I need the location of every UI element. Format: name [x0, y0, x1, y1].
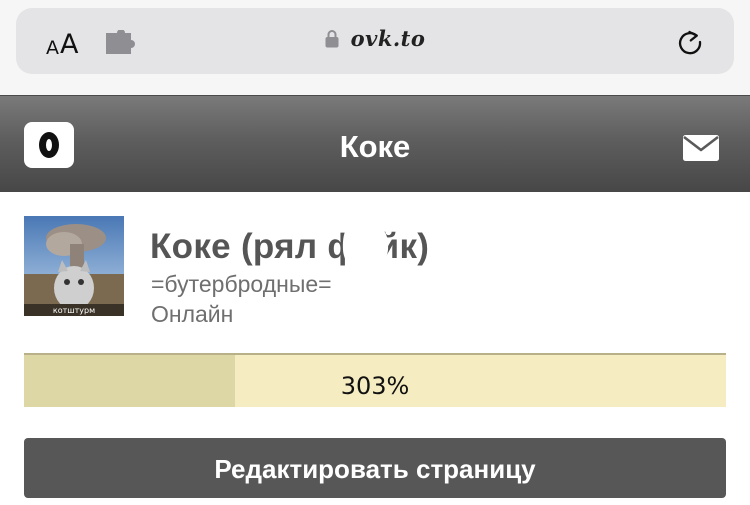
site-header: Коке	[0, 95, 750, 192]
url-text: ovk.to	[350, 26, 426, 51]
avatar[interactable]: котштурм	[24, 216, 124, 316]
profile-status: =бутербродные=	[151, 271, 332, 297]
edit-page-button[interactable]: Редактировать страницу	[24, 438, 726, 498]
redaction-mark	[342, 208, 389, 268]
lock-icon	[325, 30, 339, 48]
avatar-image: котштурм	[24, 216, 124, 316]
avatar-caption: котштурм	[53, 306, 95, 315]
url-display[interactable]: ovk.to	[0, 26, 750, 51]
envelope-icon[interactable]	[682, 134, 720, 162]
online-status: Онлайн	[151, 301, 234, 327]
progress-bar: 303%	[24, 353, 726, 407]
logo-ring	[39, 132, 59, 158]
progress-label: 303%	[340, 372, 410, 400]
browser-toolbar: AA ovk.to	[0, 0, 750, 95]
reload-icon[interactable]	[674, 26, 706, 58]
openvk-logo-icon[interactable]	[24, 122, 74, 168]
page-title: Коке	[339, 129, 411, 164]
